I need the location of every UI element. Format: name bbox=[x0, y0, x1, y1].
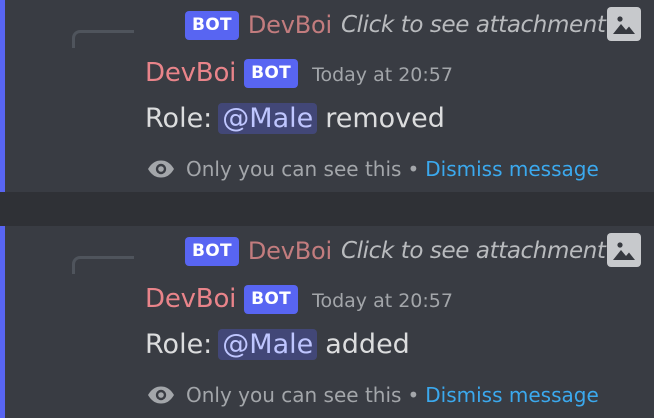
separator-dot: • bbox=[407, 157, 420, 181]
message: BOT DevBoi Click to see attachment DevBo… bbox=[0, 226, 654, 418]
message-divider bbox=[0, 192, 654, 226]
message-header: DevBoi BOT Today at 20:57 bbox=[145, 56, 453, 90]
author-name[interactable]: DevBoi bbox=[145, 58, 236, 88]
bot-badge: BOT bbox=[244, 58, 299, 88]
role-mention[interactable]: @Male bbox=[218, 328, 318, 360]
message-content: Role: @Male added bbox=[145, 325, 410, 363]
message-content: Role: @Male removed bbox=[145, 99, 445, 137]
image-icon[interactable] bbox=[607, 7, 641, 41]
reply-preview[interactable]: BOT DevBoi Click to see attachment bbox=[185, 236, 606, 266]
separator-dot: • bbox=[407, 383, 420, 407]
role-mention-text: @Male bbox=[222, 102, 314, 134]
ephemeral-text: Only you can see this bbox=[186, 157, 402, 181]
reply-author[interactable]: DevBoi bbox=[248, 11, 332, 39]
reply-connector bbox=[72, 256, 134, 274]
ephemeral-notice: Only you can see this • Dismiss message bbox=[146, 154, 599, 184]
bot-badge: BOT bbox=[185, 236, 239, 266]
content-suffix: added bbox=[325, 328, 410, 360]
author-name[interactable]: DevBoi bbox=[145, 284, 236, 314]
reply-preview[interactable]: BOT DevBoi Click to see attachment bbox=[185, 10, 606, 40]
reply-text[interactable]: Click to see attachment bbox=[341, 12, 606, 38]
content-prefix: Role: bbox=[145, 328, 213, 360]
eye-icon bbox=[148, 386, 174, 404]
timestamp[interactable]: Today at 20:57 bbox=[312, 64, 453, 86]
content-prefix: Role: bbox=[145, 102, 213, 134]
ephemeral-text: Only you can see this bbox=[186, 383, 402, 407]
eye-icon bbox=[148, 160, 174, 178]
content-suffix: removed bbox=[325, 102, 445, 134]
reply-text[interactable]: Click to see attachment bbox=[341, 238, 606, 264]
bot-badge: BOT bbox=[185, 10, 239, 40]
image-icon[interactable] bbox=[607, 233, 641, 267]
message-header: DevBoi BOT Today at 20:57 bbox=[145, 282, 453, 316]
reply-connector bbox=[72, 30, 134, 48]
ephemeral-notice: Only you can see this • Dismiss message bbox=[146, 380, 599, 410]
bot-badge: BOT bbox=[244, 284, 299, 314]
ephemeral-accent-bar bbox=[0, 0, 5, 192]
message: BOT DevBoi Click to see attachment DevBo… bbox=[0, 0, 654, 192]
timestamp[interactable]: Today at 20:57 bbox=[312, 290, 453, 312]
ephemeral-accent-bar bbox=[0, 226, 5, 418]
role-mention[interactable]: @Male bbox=[218, 102, 318, 134]
dismiss-message-link[interactable]: Dismiss message bbox=[425, 157, 599, 181]
reply-author[interactable]: DevBoi bbox=[248, 237, 332, 265]
dismiss-message-link[interactable]: Dismiss message bbox=[425, 383, 599, 407]
role-mention-text: @Male bbox=[222, 328, 314, 360]
